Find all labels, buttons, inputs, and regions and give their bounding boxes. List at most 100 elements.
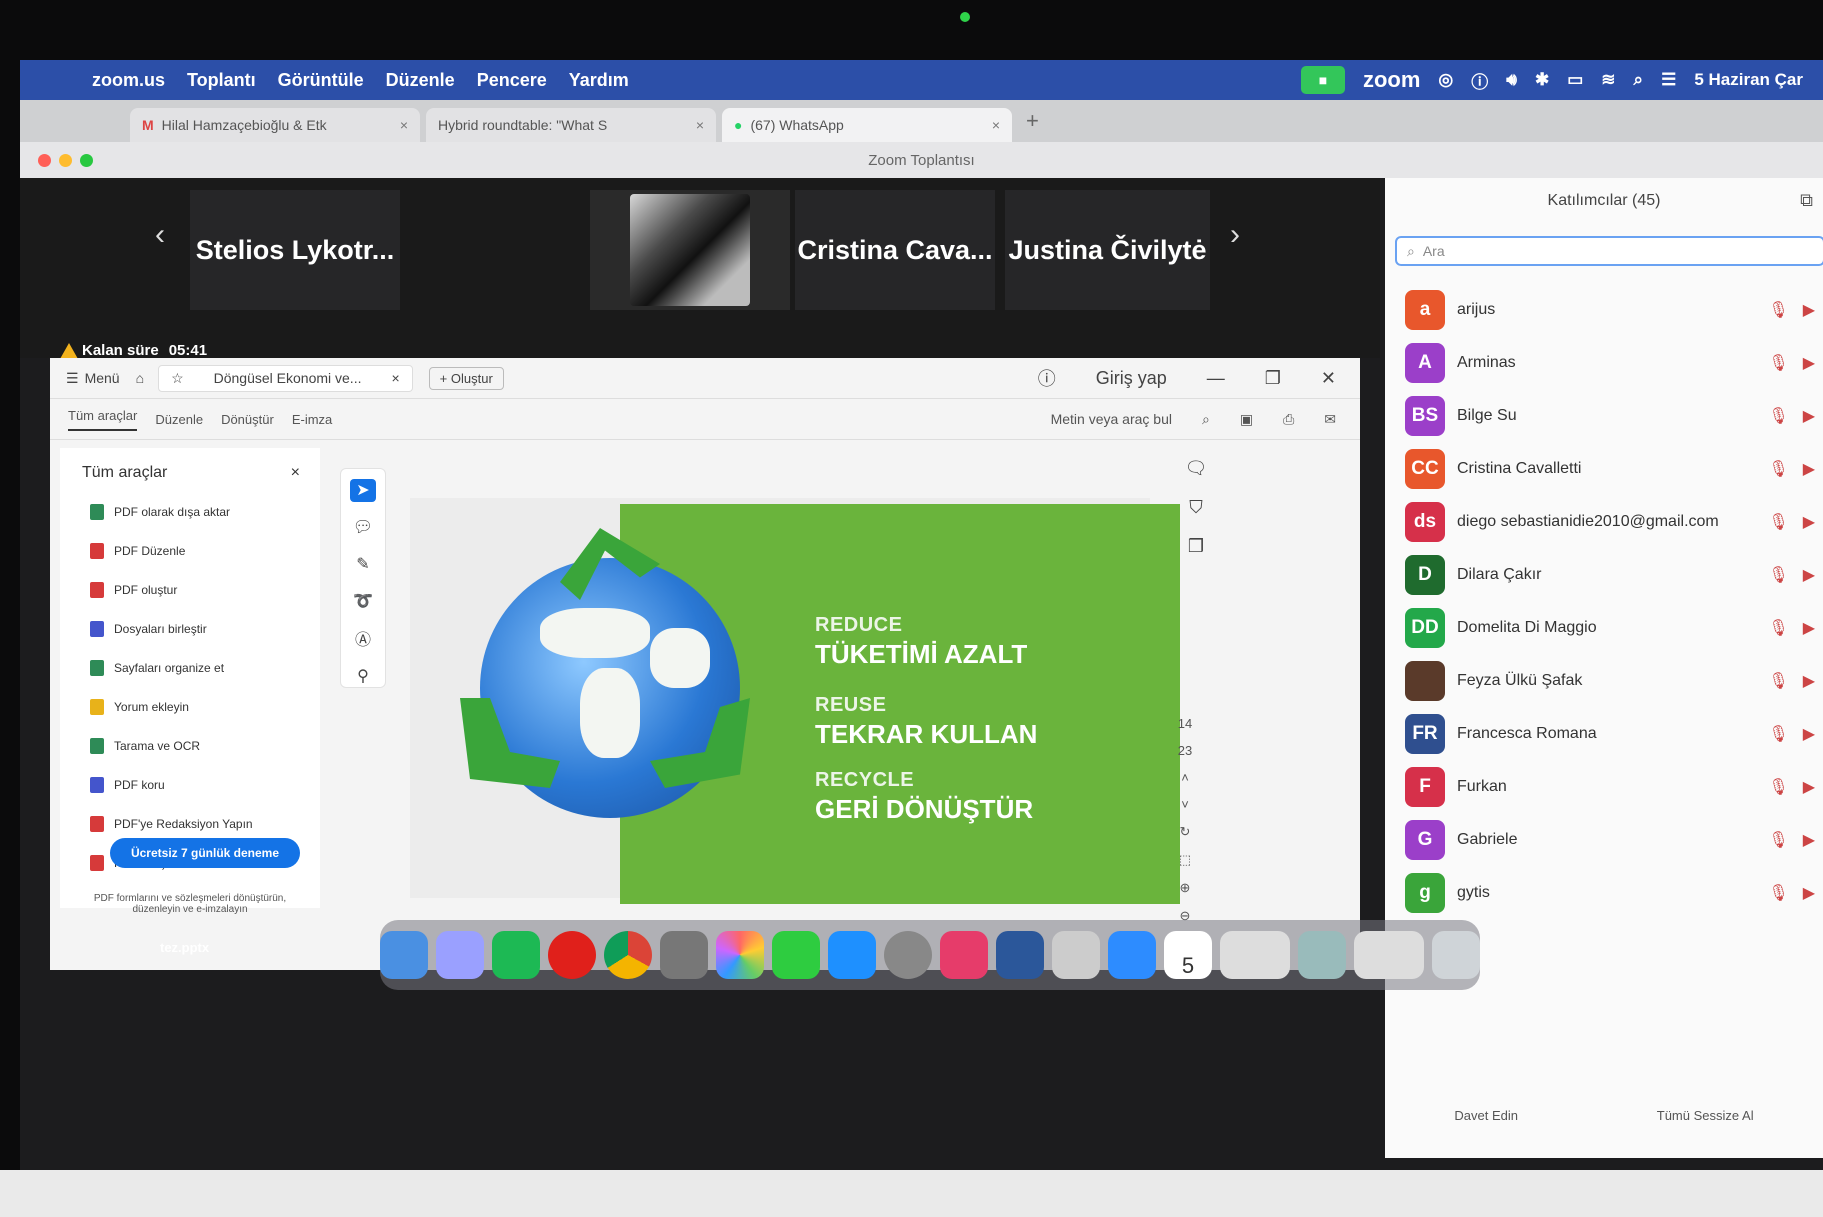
- word-icon[interactable]: [996, 931, 1044, 979]
- mic-muted-icon[interactable]: 🎙︎: [1768, 512, 1788, 532]
- zoom-status-label[interactable]: zoom: [1363, 67, 1420, 93]
- tool-list-item[interactable]: Dosyaları birleştir: [60, 609, 320, 648]
- tool-list-item[interactable]: PDF Düzenle: [60, 531, 320, 570]
- close-icon[interactable]: ×: [291, 464, 300, 482]
- mic-muted-icon[interactable]: 🎙︎: [1768, 830, 1788, 850]
- hamburger-icon[interactable]: ☰: [66, 370, 79, 387]
- fit-page-icon[interactable]: ⬚: [1179, 852, 1191, 868]
- participant-row[interactable]: DD Domelita Di Maggio 🎙︎ ▶: [1405, 604, 1815, 652]
- desktop-file-label[interactable]: tez.pptx: [160, 940, 209, 955]
- calendar-icon[interactable]: 5: [1164, 931, 1212, 979]
- preview-icon[interactable]: [1052, 931, 1100, 979]
- participant-row[interactable]: ds diego sebastianidie2010@gmail.com 🎙︎ ▶: [1405, 498, 1815, 546]
- battery-icon[interactable]: ▭: [1567, 70, 1583, 90]
- camera-off-icon[interactable]: ▶: [1803, 618, 1815, 638]
- mic-muted-icon[interactable]: 🎙︎: [1768, 724, 1788, 744]
- creative-cloud-icon[interactable]: ◎: [1438, 70, 1453, 90]
- tool-list-item[interactable]: PDF koru: [60, 765, 320, 804]
- select-cursor-icon[interactable]: ➤: [350, 479, 376, 502]
- participant-search-input[interactable]: ⌕ Ara: [1395, 236, 1823, 266]
- app-store-icon[interactable]: [828, 931, 876, 979]
- menu-item-toplanti[interactable]: Toplantı: [187, 70, 256, 91]
- mic-muted-icon[interactable]: 🎙︎: [1768, 883, 1788, 903]
- menu-app-name[interactable]: zoom.us: [92, 70, 165, 91]
- document-tab[interactable]: ☆ Döngüsel Ekonomi ve... ×: [158, 364, 413, 392]
- tab-all-tools[interactable]: Tüm araçlar: [68, 408, 138, 431]
- camera-off-icon[interactable]: ▶: [1803, 512, 1815, 532]
- home-icon[interactable]: ⌂: [136, 370, 144, 386]
- pen-icon[interactable]: ✎: [350, 553, 376, 576]
- free-trial-button[interactable]: Ücretsiz 7 günlük deneme: [110, 838, 300, 868]
- comment-panel-icon[interactable]: 🗨︎: [1185, 458, 1208, 479]
- close-icon[interactable]: ✕: [1321, 368, 1336, 389]
- bookmark-icon[interactable]: ⛉: [1189, 497, 1203, 518]
- stamp-icon[interactable]: ⚲: [350, 664, 376, 687]
- camera-off-icon[interactable]: ▶: [1803, 459, 1815, 479]
- participant-row[interactable]: D Dilara Çakır 🎙︎ ▶: [1405, 551, 1815, 599]
- participant-row[interactable]: g gytis 🎙︎ ▶: [1405, 869, 1815, 917]
- participant-row[interactable]: A Arminas 🎙︎ ▶: [1405, 339, 1815, 387]
- browser-tab-gmail[interactable]: M Hilal Hamzaçebioğlu & Etk ×: [130, 108, 420, 142]
- invite-button[interactable]: Davet Edin: [1454, 1108, 1518, 1123]
- pages-icon[interactable]: ❒: [1188, 536, 1204, 557]
- new-tab-button[interactable]: +: [1026, 108, 1039, 134]
- video-tile[interactable]: Cristina Cava...: [795, 190, 995, 310]
- close-icon[interactable]: ×: [391, 370, 399, 387]
- tab-edit[interactable]: Düzenle: [155, 412, 203, 427]
- search-icon[interactable]: ⌕: [1634, 70, 1644, 90]
- chevron-right-icon[interactable]: ›: [1230, 218, 1240, 252]
- wifi-icon[interactable]: ≋: [1601, 70, 1615, 90]
- recent-document-icon[interactable]: [1220, 931, 1290, 979]
- opera-icon[interactable]: [548, 931, 596, 979]
- chevron-down-icon[interactable]: ˅: [1181, 797, 1189, 812]
- menu-label[interactable]: Menü: [85, 370, 120, 386]
- participant-row[interactable]: FR Francesca Romana 🎙︎ ▶: [1405, 710, 1815, 758]
- trash-icon[interactable]: [1432, 931, 1480, 979]
- info-icon[interactable]: ⓘ: [1471, 68, 1488, 93]
- mic-muted-icon[interactable]: 🎙︎: [1768, 353, 1788, 373]
- camera-off-icon[interactable]: ▶: [1803, 883, 1815, 903]
- camera-off-icon[interactable]: ▶: [1803, 777, 1815, 797]
- mic-muted-icon[interactable]: 🎙︎: [1768, 671, 1788, 691]
- mic-muted-icon[interactable]: 🎙︎: [1768, 565, 1788, 585]
- refresh-icon[interactable]: ↻: [1180, 824, 1191, 840]
- tool-list-item[interactable]: Sayfaları organize et: [60, 648, 320, 687]
- sign-in-button[interactable]: Giriş yap: [1096, 368, 1167, 389]
- facetime-icon[interactable]: [772, 931, 820, 979]
- star-icon[interactable]: ☆: [171, 370, 184, 387]
- participant-row[interactable]: BS Bilge Su 🎙︎ ▶: [1405, 392, 1815, 440]
- video-tile[interactable]: [590, 190, 790, 310]
- video-tile[interactable]: Stelios Lykotr...: [190, 190, 400, 310]
- restore-icon[interactable]: ❐: [1265, 368, 1281, 389]
- control-center-icon[interactable]: ☰: [1661, 70, 1676, 90]
- zoom-camera-icon[interactable]: ■: [1300, 66, 1345, 94]
- comment-icon[interactable]: 💬︎: [350, 516, 376, 539]
- mic-muted-icon[interactable]: 🎙︎: [1768, 459, 1788, 479]
- current-page[interactable]: 14: [1178, 716, 1192, 731]
- camera-off-icon[interactable]: ▶: [1803, 724, 1815, 744]
- creative-cloud-app-icon[interactable]: [940, 931, 988, 979]
- text-select-icon[interactable]: Ⓐ: [350, 626, 376, 650]
- mute-all-button[interactable]: Tümü Sessize Al: [1657, 1108, 1754, 1123]
- photos-icon[interactable]: [716, 931, 764, 979]
- finder-icon[interactable]: [380, 931, 428, 979]
- participant-row[interactable]: F Furkan 🎙︎ ▶: [1405, 763, 1815, 811]
- close-icon[interactable]: ×: [696, 117, 704, 133]
- zoom-app-icon[interactable]: [1108, 931, 1156, 979]
- help-icon[interactable]: ⓘ: [1038, 365, 1056, 391]
- menu-item-pencere[interactable]: Pencere: [477, 70, 547, 91]
- calculator-icon[interactable]: [660, 931, 708, 979]
- tool-list-item[interactable]: Yorum ekleyin: [60, 687, 320, 726]
- close-icon[interactable]: ×: [992, 117, 1000, 133]
- participant-row[interactable]: a arijus 🎙︎ ▶: [1405, 286, 1815, 334]
- tool-list-item[interactable]: PDF oluştur: [60, 570, 320, 609]
- search-icon[interactable]: ⌕: [1202, 411, 1210, 428]
- print-icon[interactable]: ⎙: [1283, 411, 1294, 428]
- mail-icon[interactable]: ✉: [1324, 411, 1336, 428]
- chrome-icon[interactable]: [604, 931, 652, 979]
- recent-document-icon[interactable]: [1354, 931, 1424, 979]
- mic-muted-icon[interactable]: 🎙︎: [1768, 300, 1788, 320]
- mic-muted-icon[interactable]: 🎙︎: [1768, 406, 1788, 426]
- camera-off-icon[interactable]: ▶: [1803, 300, 1815, 320]
- camera-off-icon[interactable]: ▶: [1803, 406, 1815, 426]
